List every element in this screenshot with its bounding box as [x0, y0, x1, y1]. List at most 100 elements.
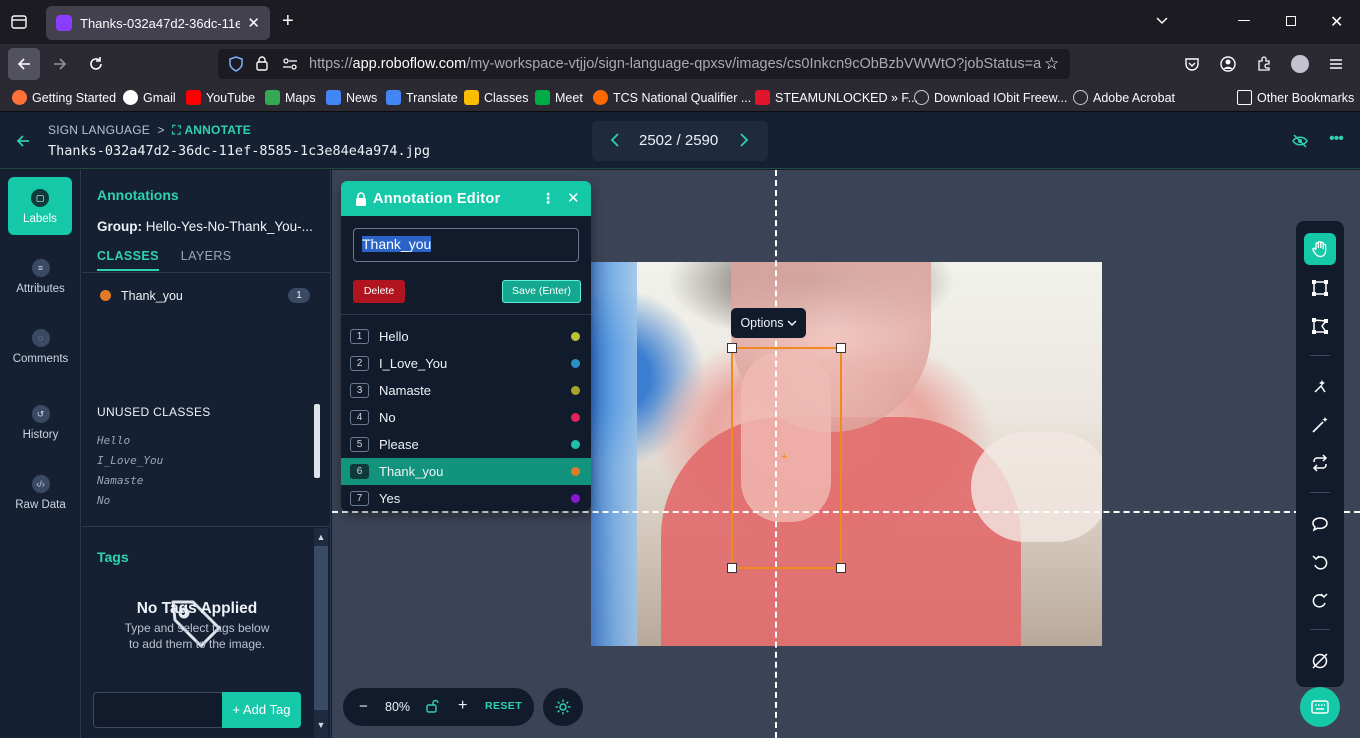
unused-class-item[interactable]: No: [97, 494, 110, 507]
private-mask-icon[interactable]: [1291, 55, 1309, 73]
smart-polygon-icon: [1314, 380, 1326, 393]
bounding-box-thank-you[interactable]: +: [727, 343, 846, 573]
extensions-icon[interactable]: [1256, 56, 1272, 72]
reload-button[interactable]: [88, 56, 104, 72]
delete-button[interactable]: Delete: [353, 280, 405, 303]
hide-annotations-eye-icon[interactable]: [1292, 134, 1308, 148]
options-button[interactable]: Options: [731, 308, 806, 338]
rail-history[interactable]: ↺ History: [0, 405, 81, 441]
bookmark-steamunlocked[interactable]: STEAMUNLOCKED » F...: [755, 90, 918, 105]
tab-list-icon[interactable]: [10, 13, 28, 31]
bbox-handle-bottom-left[interactable]: [727, 563, 737, 573]
scroll-thumb[interactable]: [314, 546, 328, 710]
polygon-tool[interactable]: [1304, 310, 1336, 342]
tag-input[interactable]: [93, 692, 223, 728]
smart-select-tool[interactable]: [1304, 371, 1336, 403]
undo-tool[interactable]: [1304, 546, 1336, 578]
bookmark-label: Meet: [555, 90, 583, 105]
class-color-dot: [571, 440, 580, 449]
class-row-thank-you[interactable]: Thank_you 1: [100, 288, 312, 304]
save-button[interactable]: Save (Enter): [502, 280, 581, 303]
editor-close-icon[interactable]: ✕: [567, 189, 580, 207]
bbox-handle-bottom-right[interactable]: [836, 563, 846, 573]
bookmark-adobe[interactable]: Adobe Acrobat: [1073, 90, 1175, 105]
bounding-box-tool[interactable]: [1304, 272, 1336, 304]
editor-class-namaste[interactable]: 3 Namaste: [341, 377, 591, 404]
zoom-lock-icon[interactable]: [426, 699, 440, 713]
bookmark-getting-started[interactable]: Getting Started: [12, 90, 116, 105]
tab-close-icon[interactable]: ✕: [247, 14, 260, 32]
bookmark-tcs[interactable]: TCS National Qualifier ...: [593, 90, 751, 105]
bbox-handle-top-right[interactable]: [836, 343, 846, 353]
rail-comments[interactable]: ◌ Comments: [0, 329, 81, 365]
bookmark-star-icon[interactable]: ☆: [1044, 54, 1059, 74]
magic-wand-tool[interactable]: [1304, 409, 1336, 441]
bookmark-youtube[interactable]: YouTube: [186, 90, 255, 105]
editor-class-thank-you-selected[interactable]: 6 Thank_you: [341, 458, 591, 485]
tags-scrollbar[interactable]: ▲ ▼: [314, 528, 328, 738]
permissions-icon[interactable]: [282, 57, 298, 71]
bookmark-news[interactable]: News: [326, 90, 377, 105]
drag-hand-tool[interactable]: [1304, 233, 1336, 265]
previous-image-icon[interactable]: [610, 133, 620, 147]
scroll-down-icon[interactable]: ▼: [314, 720, 328, 730]
bbox-handle-top-left[interactable]: [727, 343, 737, 353]
bookmark-gmail[interactable]: Gmail: [123, 90, 176, 105]
back-button[interactable]: [8, 48, 40, 80]
bookmark-maps[interactable]: Maps: [265, 90, 316, 105]
account-icon[interactable]: [1220, 56, 1236, 72]
url-bar[interactable]: https://app.roboflow.com/my-workspace-vt…: [218, 49, 1070, 79]
tab-layers[interactable]: LAYERS: [181, 249, 232, 263]
add-tag-button[interactable]: + Add Tag: [222, 692, 301, 728]
rail-raw-data[interactable]: ‹/› Raw Data: [0, 475, 81, 511]
zoom-reset-button[interactable]: RESET: [485, 700, 522, 712]
bookmark-translate[interactable]: Translate: [386, 90, 458, 105]
back-to-dataset-icon[interactable]: [16, 134, 30, 148]
keyboard-shortcuts-button[interactable]: [1300, 687, 1340, 727]
pocket-icon[interactable]: [1184, 56, 1200, 72]
forward-button[interactable]: [52, 56, 68, 72]
unused-class-item[interactable]: Hello: [97, 434, 130, 447]
comment-tool[interactable]: [1304, 508, 1336, 540]
lock-icon[interactable]: [355, 191, 367, 206]
lock-icon[interactable]: [255, 55, 269, 71]
rail-attributes[interactable]: ≡ Attributes: [0, 259, 81, 295]
close-window-icon[interactable]: ✕: [1330, 12, 1343, 32]
next-image-icon[interactable]: [739, 133, 749, 147]
shield-icon[interactable]: [228, 56, 244, 72]
class-name-input[interactable]: Thank_you: [353, 228, 579, 262]
editor-class-no[interactable]: 4 No: [341, 404, 591, 431]
editor-class-hello[interactable]: 1 Hello: [341, 323, 591, 350]
more-options-icon[interactable]: •••: [1329, 130, 1344, 148]
scroll-up-icon[interactable]: ▲: [314, 532, 328, 542]
editor-class-please[interactable]: 5 Please: [341, 431, 591, 458]
breadcrumb-project[interactable]: SIGN LANGUAGE: [48, 123, 150, 137]
unused-scrollbar[interactable]: [314, 404, 320, 478]
tab-classes[interactable]: CLASSES: [97, 249, 159, 271]
redo-tool[interactable]: [1304, 584, 1336, 616]
new-tab-button[interactable]: +: [282, 10, 294, 33]
browser-tab-active[interactable]: Thanks-032a47d2-36dc-11ef-85 ✕: [46, 6, 270, 40]
restore-window-icon[interactable]: [1286, 16, 1296, 26]
other-bookmarks[interactable]: Other Bookmarks: [1237, 90, 1354, 105]
null-annotation-tool[interactable]: [1304, 645, 1336, 677]
app-menu-icon[interactable]: [1328, 56, 1344, 72]
bookmark-classes[interactable]: Classes: [464, 90, 528, 105]
bookmark-iobit[interactable]: Download IObit Freew...: [914, 90, 1067, 105]
tab-overflow-chevron-icon[interactable]: [1154, 12, 1170, 28]
image-adjust-button[interactable]: [543, 688, 583, 726]
unused-class-item[interactable]: Namaste: [97, 474, 143, 487]
bookmark-meet[interactable]: Meet: [535, 90, 583, 105]
minimize-window-icon[interactable]: [1238, 20, 1250, 21]
rail-labels[interactable]: ▢ Labels: [8, 177, 72, 235]
editor-class-i-love-you[interactable]: 2 I_Love_You: [341, 350, 591, 377]
unused-class-item[interactable]: I_Love_You: [97, 454, 163, 467]
firefox-icon: [12, 90, 27, 105]
annotation-editor-header[interactable]: Annotation Editor ⋮ ✕: [341, 181, 591, 216]
globe-icon: [1073, 90, 1088, 105]
zoom-in-button[interactable]: +: [458, 697, 467, 715]
zoom-out-button[interactable]: −: [359, 698, 368, 715]
editor-class-yes[interactable]: 7 Yes: [341, 485, 591, 511]
repeat-previous-tool[interactable]: [1304, 447, 1336, 479]
editor-menu-icon[interactable]: ⋮: [541, 190, 555, 207]
